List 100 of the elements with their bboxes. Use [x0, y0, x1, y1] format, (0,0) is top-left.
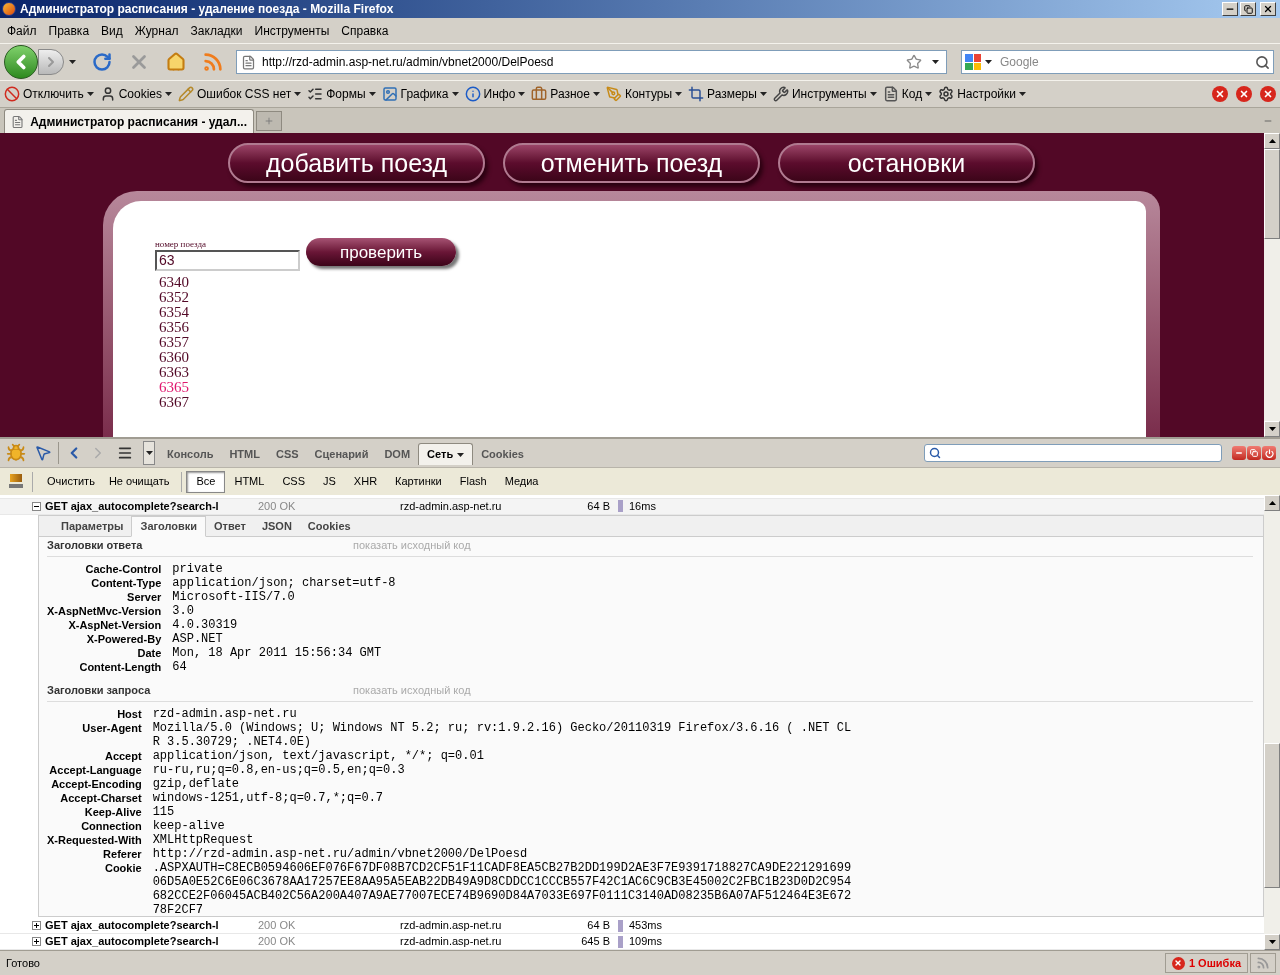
close-icon[interactable] [1260, 86, 1276, 102]
page-icon [11, 114, 25, 129]
restore-button[interactable] [1247, 446, 1261, 460]
page-scrollbar[interactable] [1264, 133, 1280, 437]
nav-button[interactable]: остановки [778, 143, 1035, 183]
header-name: X-Powered-By [85, 631, 162, 646]
nav-button[interactable]: отменить поезд [503, 143, 760, 183]
firebug-tab[interactable]: Сценарий [306, 443, 377, 465]
filter-button[interactable]: XHR [344, 470, 387, 493]
menu-item[interactable]: Файл [1, 21, 43, 40]
request-row[interactable]: GET ajax_autocomplete?search-l 200 OK rzd-admin.asp-net.ru 645 B 109ms [0, 934, 1264, 950]
menu-icon[interactable] [117, 445, 133, 461]
panel-dropdown[interactable] [143, 441, 155, 465]
back-button[interactable] [4, 45, 38, 79]
nav-button[interactable]: добавить поезд [228, 143, 485, 183]
menu-item[interactable]: Справка [335, 21, 395, 40]
filter-button[interactable]: Flash [450, 470, 496, 493]
toolbar-menu-button[interactable]: Настройки [938, 85, 1026, 103]
filter-button[interactable]: CSS [273, 470, 314, 493]
suggestion-item[interactable]: 6357 [159, 335, 189, 350]
request-row[interactable]: GET ajax_autocomplete?search-l 200 OK rzd-admin.asp-net.ru 64 B 453ms [0, 918, 1264, 934]
image-icon [381, 86, 398, 102]
suggestion-item[interactable]: 6356 [159, 320, 189, 335]
filter-button[interactable]: HTML [225, 470, 274, 493]
caret-icon [925, 92, 933, 96]
toolbar-menu-button[interactable]: Код [882, 85, 933, 103]
menu-item[interactable]: Журнал [128, 21, 185, 40]
check-button[interactable]: проверить [306, 238, 456, 266]
expand-icon[interactable] [32, 937, 41, 946]
xhr-icon[interactable] [8, 473, 24, 490]
menu-item[interactable]: Инструменты [248, 21, 336, 40]
search-icon[interactable] [1255, 54, 1270, 70]
toolbar-menu-button[interactable]: Разное [531, 85, 600, 103]
suggestion-item[interactable]: 6360 [159, 350, 189, 365]
panel-scrollbar[interactable] [1264, 495, 1280, 950]
firebug-search-field[interactable] [924, 444, 1222, 462]
header-name: X-Requested-With [47, 832, 142, 847]
firebug-tab[interactable]: DOM [376, 443, 419, 465]
menu-item[interactable]: Вид [95, 21, 129, 40]
caret-icon [869, 92, 877, 96]
suggestion-item[interactable]: 6352 [159, 290, 189, 305]
header-value: application/json, text/javascript, */*; q=0.01 [152, 748, 485, 763]
restore-button[interactable] [1240, 2, 1256, 16]
filter-button[interactable]: Медиа [495, 470, 548, 493]
suggestion-item[interactable]: 6367 [159, 395, 189, 410]
net-action-button[interactable]: Очистить [41, 473, 101, 490]
suggestion-item[interactable]: 6354 [159, 305, 189, 320]
net-action-button[interactable]: Не очищать [102, 473, 176, 490]
header-name: Cache-Control [84, 561, 162, 576]
filter-button[interactable]: JS [314, 470, 345, 493]
firebug-tab[interactable]: HTML [221, 443, 268, 465]
firebug-tab[interactable]: Сеть [418, 443, 474, 465]
suggestion-item[interactable]: 6340 [159, 275, 189, 290]
toolbar-menu-button[interactable]: Отключить [4, 85, 94, 103]
menu-item[interactable]: Правка [42, 21, 96, 40]
close-icon[interactable] [1236, 86, 1252, 102]
close-button[interactable] [1260, 2, 1276, 16]
toolbar-menu-button[interactable]: Инструменты [772, 85, 877, 103]
inspect-icon[interactable] [34, 444, 52, 462]
toolbar-menu-button[interactable]: Формы [307, 85, 376, 103]
scroll-up-icon [1268, 501, 1276, 505]
expand-icon[interactable] [32, 921, 41, 930]
caret-icon [518, 92, 526, 96]
request-url: GET ajax_autocomplete?search-l [45, 934, 220, 950]
toolbar-menu-button[interactable]: Графика [381, 85, 459, 103]
caret-icon [68, 60, 76, 64]
scroll-down-icon [1268, 427, 1276, 431]
toolbar-menu-button[interactable]: Cookies [99, 85, 172, 103]
header-value: http://rzd-admin.asp-net.ru/admin/vbnet2000/DelPoesd [152, 846, 529, 861]
search-field[interactable]: Google [961, 50, 1274, 74]
firebug-tab[interactable]: Cookies [473, 443, 532, 465]
toolbar-menu-button[interactable]: Инфо [464, 85, 526, 103]
menu-item[interactable]: Закладки [184, 21, 249, 40]
header-name: Date [136, 645, 162, 660]
details-tab[interactable]: Cookies [299, 515, 359, 537]
toolbar-menu-button[interactable]: Размеры [688, 85, 767, 103]
browser-tab[interactable]: Администратор расписания - удал... [4, 109, 254, 133]
firebug-tab[interactable]: CSS [267, 443, 307, 465]
caret-icon [145, 451, 153, 455]
details-tab[interactable]: Ответ [205, 515, 254, 537]
star-icon[interactable] [906, 54, 922, 70]
details-tab[interactable]: JSON [253, 515, 300, 537]
toolbar-menu-button[interactable]: Контуры [605, 85, 683, 103]
collapse-icon[interactable] [32, 501, 41, 511]
suggestion-item[interactable]: 6363 [159, 365, 189, 380]
request-size: 64 B [586, 498, 610, 514]
train-number-field[interactable]: 63 [155, 250, 300, 271]
minimize-button[interactable] [1222, 2, 1238, 16]
filter-button[interactable]: Картинки [386, 470, 451, 493]
request-status: 200 OK [258, 918, 297, 934]
firebug-tab[interactable]: Консоль [159, 443, 222, 465]
suggestion-item[interactable]: 6365 [159, 380, 189, 395]
url-field[interactable]: http://rzd-admin.asp-net.ru/admin/vbnet2000/DelPoesd [236, 50, 947, 74]
close-icon[interactable] [1212, 86, 1228, 102]
details-tab[interactable]: Заголовки [131, 515, 206, 537]
reload-icon[interactable] [92, 52, 112, 72]
details-tab[interactable]: Параметры [53, 515, 132, 537]
home-icon[interactable] [166, 52, 186, 72]
filter-button[interactable]: Все [186, 470, 226, 493]
toolbar-menu-button[interactable]: Ошибок CSS нет [178, 85, 302, 103]
